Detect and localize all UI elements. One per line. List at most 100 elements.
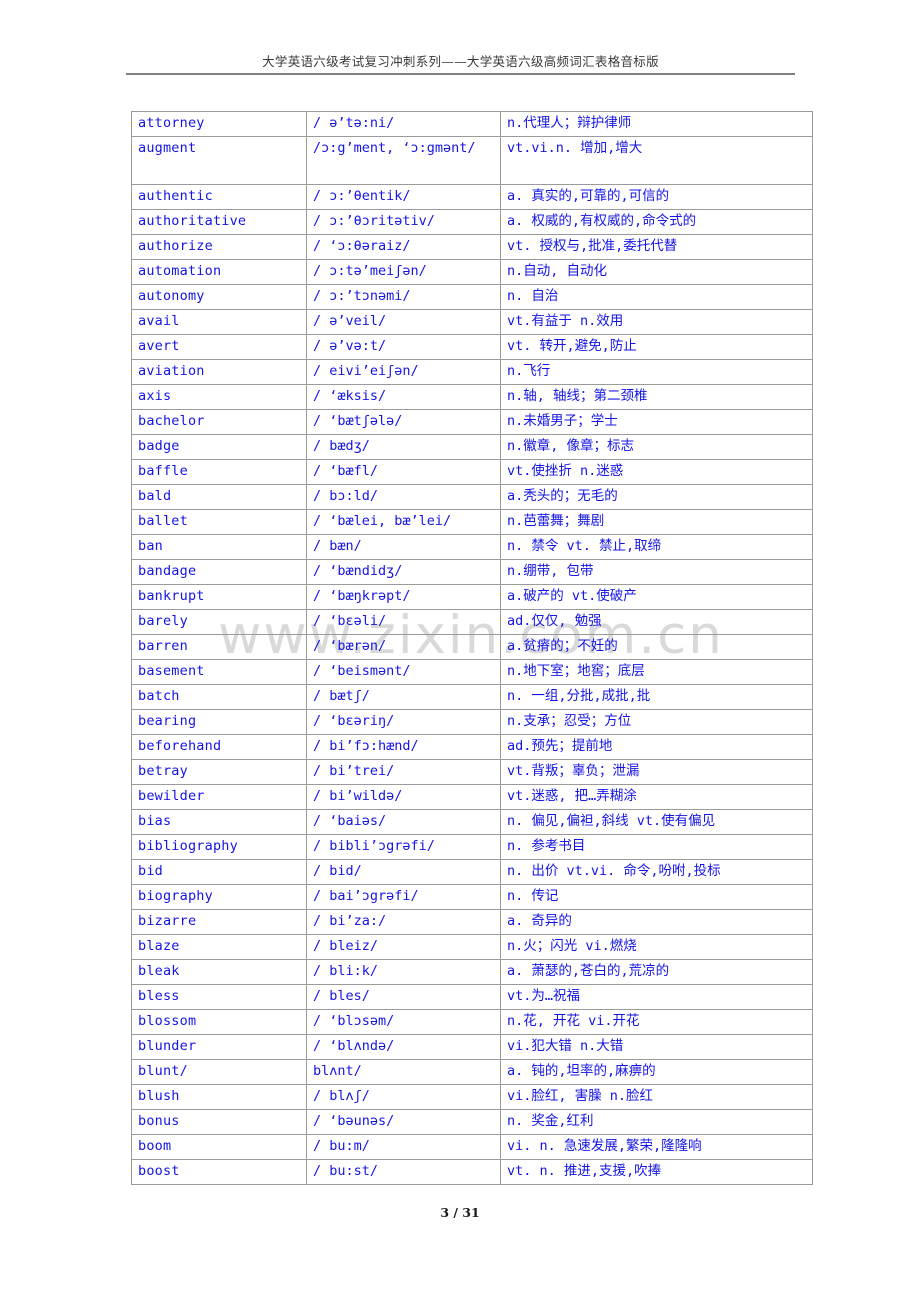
table-row: barren / ‘bærən/a.贫瘠的；不妊的: [131, 634, 813, 660]
table-row: biography / bai’ɔgrəfi/n. 传记: [131, 884, 813, 910]
vocab-word-cell: bibliography: [131, 834, 307, 860]
table-row: authorize / ‘ɔ:θəraiz/vt. 授权与,批准,委托代替: [131, 234, 813, 260]
table-row: badge / bædʒ/n.徽章, 像章；标志: [131, 434, 813, 460]
vocab-pronunciation-cell: /ɔ:g’ment, ‘ɔ:gmənt/: [306, 136, 501, 185]
vocab-word-cell: batch: [131, 684, 307, 710]
vocab-pronunciation-cell: / bætʃ/: [306, 684, 501, 710]
vocab-word-cell: bearing: [131, 709, 307, 735]
vocab-definition-cell: n.绷带, 包带: [500, 559, 813, 585]
vocab-definition-cell: a. 真实的,可靠的,可信的: [500, 184, 813, 210]
table-row: baffle / ‘bæfl/vt.使挫折 n.迷惑: [131, 459, 813, 485]
vocab-pronunciation-cell: / ‘blɔsəm/: [306, 1009, 501, 1035]
table-row: boost / bu:st/vt. n. 推进,支援,吹捧: [131, 1159, 813, 1185]
vocab-definition-cell: vt. 授权与,批准,委托代替: [500, 234, 813, 260]
vocab-definition-cell: a. 钝的,坦率的,麻痹的: [500, 1059, 813, 1085]
vocab-pronunciation-cell: / bli:k/: [306, 959, 501, 985]
table-row: attorney / ə’tə:ni/n.代理人；辩护律师: [131, 111, 813, 137]
vocab-word-cell: augment: [131, 136, 307, 185]
vocabulary-table: attorney / ə’tə:ni/n.代理人；辩护律师 augment/ɔ:g’…: [131, 111, 813, 1185]
vocab-word-cell: bald: [131, 484, 307, 510]
vocab-definition-cell: vt.背叛；辜负；泄漏: [500, 759, 813, 785]
vocab-definition-cell: n. 一组,分批,成批,批: [500, 684, 813, 710]
table-row: bonus / ‘bəunəs/n. 奖金,红利: [131, 1109, 813, 1135]
vocab-pronunciation-cell: / ‘bɛəriŋ/: [306, 709, 501, 735]
table-row: basement / ‘beismənt/n.地下室；地窖；底层: [131, 659, 813, 685]
vocab-definition-cell: vi. n. 急速发展,繁荣,隆隆响: [500, 1134, 813, 1160]
vocab-definition-cell: ad.预先；提前地: [500, 734, 813, 760]
vocab-definition-cell: n.花, 开花 vi.开花: [500, 1009, 813, 1035]
vocab-word-cell: bleak: [131, 959, 307, 985]
vocab-word-cell: barely: [131, 609, 307, 635]
vocab-pronunciation-cell: / ɔ:’θɔritətiv/: [306, 209, 501, 235]
table-row: bearing / ‘bɛəriŋ/n.支承；忍受；方位: [131, 709, 813, 735]
vocab-pronunciation-cell: / ɔ:’tɔnəmi/: [306, 284, 501, 310]
table-row: ballet / ‘bælei, bæ’lei/n.芭蕾舞；舞剧: [131, 509, 813, 535]
table-row: bleak / bli:k/a. 萧瑟的,苍白的,荒凉的: [131, 959, 813, 985]
vocab-pronunciation-cell: / bi’fɔ:hænd/: [306, 734, 501, 760]
vocab-definition-cell: n. 参考书目: [500, 834, 813, 860]
vocab-pronunciation-cell: / bɔ:ld/: [306, 484, 501, 510]
vocab-word-cell: beforehand: [131, 734, 307, 760]
vocab-definition-cell: vi.犯大错 n.大错: [500, 1034, 813, 1060]
table-row: betray / bi’trei/vt.背叛；辜负；泄漏: [131, 759, 813, 785]
vocab-pronunciation-cell: / bu:m/: [306, 1134, 501, 1160]
document-page: 大学英语六级考试复习冲刺系列——大学英语六级高频词汇表格音标版 www.zixi…: [0, 0, 920, 1302]
vocab-definition-cell: vi.脸红, 害臊 n.脸红: [500, 1084, 813, 1110]
vocab-pronunciation-cell: / ‘bændidʒ/: [306, 559, 501, 585]
vocab-word-cell: boost: [131, 1159, 307, 1185]
vocab-pronunciation-cell: blʌnt/: [306, 1059, 501, 1085]
vocab-definition-cell: vt. 转开,避免,防止: [500, 334, 813, 360]
vocab-word-cell: bias: [131, 809, 307, 835]
page-footer: 3 / 31: [440, 1205, 480, 1220]
vocab-word-cell: autonomy: [131, 284, 307, 310]
table-row: augment/ɔ:g’ment, ‘ɔ:gmənt/vt.vi.n. 增加,增…: [131, 136, 813, 185]
vocab-definition-cell: vt.迷惑, 把…弄糊涂: [500, 784, 813, 810]
vocab-pronunciation-cell: / ‘bɛəli/: [306, 609, 501, 635]
vocab-word-cell: boom: [131, 1134, 307, 1160]
vocab-word-cell: badge: [131, 434, 307, 460]
vocab-definition-cell: n.支承；忍受；方位: [500, 709, 813, 735]
vocab-word-cell: baffle: [131, 459, 307, 485]
vocab-word-cell: blunder: [131, 1034, 307, 1060]
vocab-pronunciation-cell: / ‘bæŋkrəpt/: [306, 584, 501, 610]
vocab-pronunciation-cell: / bleiz/: [306, 934, 501, 960]
vocab-definition-cell: vt.vi.n. 增加,增大: [500, 136, 813, 185]
table-row: batch / bætʃ/n. 一组,分批,成批,批: [131, 684, 813, 710]
vocab-pronunciation-cell: / ə’veil/: [306, 309, 501, 335]
vocab-word-cell: bonus: [131, 1109, 307, 1135]
vocab-pronunciation-cell: / bi’wildə/: [306, 784, 501, 810]
vocab-pronunciation-cell: / ‘bærən/: [306, 634, 501, 660]
table-row: authentic / ɔ:’θentik/a. 真实的,可靠的,可信的: [131, 184, 813, 210]
vocab-word-cell: bandage: [131, 559, 307, 585]
vocab-word-cell: aviation: [131, 359, 307, 385]
vocab-pronunciation-cell: / bi’za:/: [306, 909, 501, 935]
table-row: axis / ‘æksis/n.轴, 轴线；第二颈椎: [131, 384, 813, 410]
vocab-definition-cell: vt.为…祝福: [500, 984, 813, 1010]
vocab-definition-cell: n.未婚男子；学士: [500, 409, 813, 435]
vocab-word-cell: bizarre: [131, 909, 307, 935]
vocab-definition-cell: n.火；闪光 vi.燃烧: [500, 934, 813, 960]
vocab-pronunciation-cell: / bid/: [306, 859, 501, 885]
table-row: bachelor / ‘bætʃələ/n.未婚男子；学士: [131, 409, 813, 435]
vocab-definition-cell: n. 禁令 vt. 禁止,取缔: [500, 534, 813, 560]
vocab-word-cell: betray: [131, 759, 307, 785]
vocab-definition-cell: a.破产的 vt.使破产: [500, 584, 813, 610]
vocab-pronunciation-cell: / bibli’ɔgrəfi/: [306, 834, 501, 860]
table-row: blush / blʌʃ/vi.脸红, 害臊 n.脸红: [131, 1084, 813, 1110]
vocab-pronunciation-cell: / bu:st/: [306, 1159, 501, 1185]
vocab-pronunciation-cell: / eivi’eiʃən/: [306, 359, 501, 385]
vocab-definition-cell: a. 奇异的: [500, 909, 813, 935]
table-row: aviation / eivi’eiʃən/n.飞行: [131, 359, 813, 385]
running-header: 大学英语六级考试复习冲刺系列——大学英语六级高频词汇表格音标版: [126, 54, 795, 75]
vocab-pronunciation-cell: / bi’trei/: [306, 759, 501, 785]
vocab-definition-cell: n.轴, 轴线；第二颈椎: [500, 384, 813, 410]
vocab-word-cell: ballet: [131, 509, 307, 535]
vocab-definition-cell: vt.有益于 n.效用: [500, 309, 813, 335]
table-row: bewilder / bi’wildə/vt.迷惑, 把…弄糊涂: [131, 784, 813, 810]
vocab-pronunciation-cell: / ɔ:tə’meiʃən/: [306, 259, 501, 285]
vocab-word-cell: bachelor: [131, 409, 307, 435]
table-row: bless / bles/vt.为…祝福: [131, 984, 813, 1010]
vocab-definition-cell: n.代理人；辩护律师: [500, 111, 813, 137]
table-row: autonomy / ɔ:’tɔnəmi/n. 自治: [131, 284, 813, 310]
vocab-pronunciation-cell: / ‘æksis/: [306, 384, 501, 410]
